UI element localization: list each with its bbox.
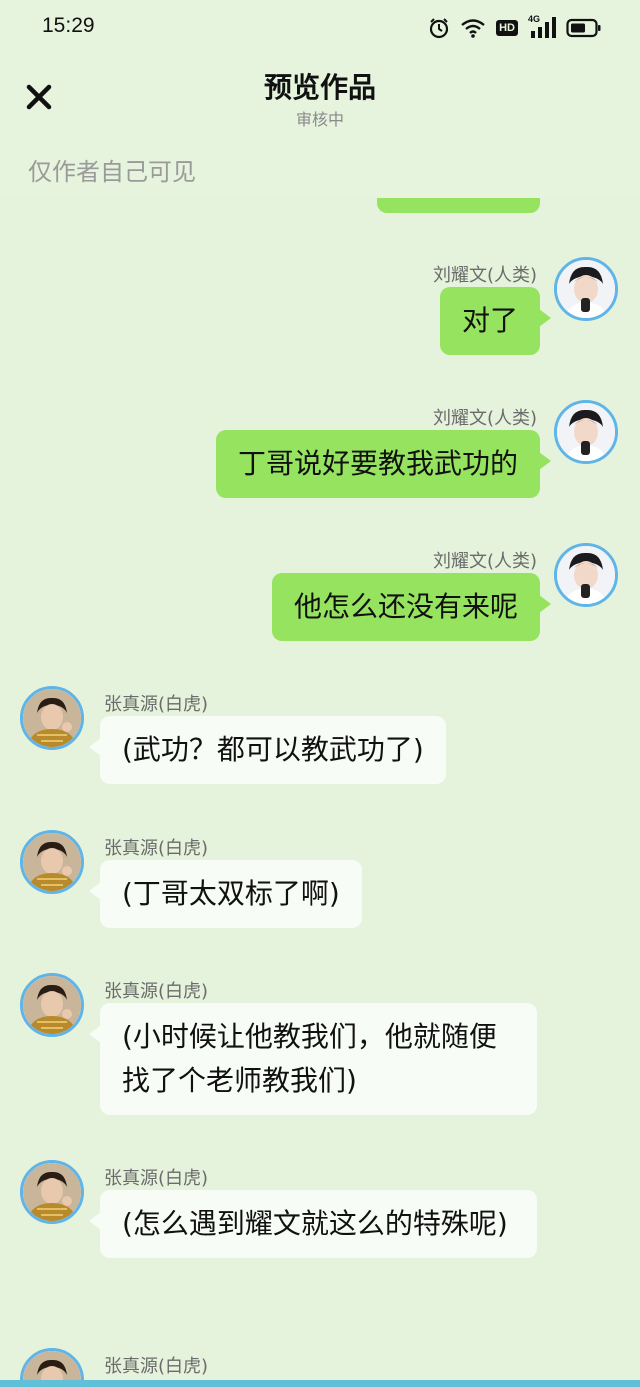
chat-message: 刘耀文(人类) 对了 bbox=[0, 257, 640, 357]
message-bubble[interactable]: 对了 bbox=[439, 287, 552, 355]
visibility-note: 仅作者自己可见 bbox=[28, 158, 196, 186]
sender-name: 刘耀文(人类) bbox=[432, 265, 537, 286]
review-status: 审核中 bbox=[295, 110, 344, 129]
top-app-bar: 预览作品 审核中 bbox=[0, 56, 640, 138]
avatar[interactable] bbox=[554, 543, 618, 607]
chat-message: 张真源(白虎) (武功？都可以教武功了) bbox=[0, 686, 640, 786]
sender-name: 张真源(白虎) bbox=[104, 1356, 209, 1377]
avatar[interactable] bbox=[554, 400, 618, 464]
partial-message-bubble bbox=[377, 198, 540, 213]
bottom-edge-bar bbox=[0, 1380, 640, 1387]
wifi-icon bbox=[460, 18, 486, 38]
chat-message: 刘耀文(人类) 他怎么还没有来呢 bbox=[0, 543, 640, 643]
chat-message: 刘耀文(人类) 丁哥说好要教我武功的 bbox=[0, 400, 640, 500]
chat-list[interactable]: 刘耀文(人类) 对了 刘耀文(人类) 丁哥说好要教我武功的 刘耀文(人类) 他怎… bbox=[0, 198, 640, 1387]
hd-icon: HD bbox=[496, 20, 518, 36]
sender-name: 张真源(白虎) bbox=[104, 1168, 209, 1189]
status-bar: 15:29 HD 4G bbox=[0, 0, 640, 56]
status-icons: HD 4G bbox=[428, 14, 602, 42]
sender-name: 刘耀文(人类) bbox=[432, 408, 537, 429]
visibility-bar: 仅作者自己可见 bbox=[0, 138, 640, 198]
message-bubble[interactable]: (怎么遇到耀文就这么的特殊呢) bbox=[89, 1190, 537, 1258]
message-bubble[interactable]: (小时候让他教我们，他就随便找了个老师教我们) bbox=[89, 1003, 537, 1115]
signal-4g-icon: 4G bbox=[528, 14, 556, 40]
avatar[interactable] bbox=[20, 1160, 84, 1224]
message-bubble[interactable]: (武功？都可以教武功了) bbox=[89, 716, 446, 784]
sender-name: 张真源(白虎) bbox=[104, 694, 209, 715]
chat-message: 张真源(白虎) (丁哥太双标了啊) bbox=[0, 830, 640, 930]
chat-message: 张真源(白虎) (怎么遇到耀文就这么的特殊呢) bbox=[0, 1160, 640, 1310]
chat-message: 张真源(白虎) (小时候让他教我们，他就随便找了个老师教我们) bbox=[0, 973, 640, 1123]
sender-name: 刘耀文(人类) bbox=[432, 551, 537, 572]
avatar[interactable] bbox=[20, 686, 84, 750]
sender-name: 张真源(白虎) bbox=[104, 838, 209, 859]
avatar[interactable] bbox=[20, 830, 84, 894]
message-bubble[interactable]: 他怎么还没有来呢 bbox=[271, 573, 552, 641]
sender-name: 张真源(白虎) bbox=[104, 981, 209, 1002]
avatar[interactable] bbox=[20, 973, 84, 1037]
message-bubble[interactable]: (丁哥太双标了啊) bbox=[89, 860, 362, 928]
alarm-icon bbox=[428, 17, 450, 39]
battery-icon bbox=[566, 18, 602, 38]
page-title: 预览作品 bbox=[263, 71, 376, 104]
status-time: 15:29 bbox=[42, 14, 95, 37]
message-bubble[interactable]: 丁哥说好要教我武功的 bbox=[215, 430, 552, 498]
avatar[interactable] bbox=[554, 257, 618, 321]
